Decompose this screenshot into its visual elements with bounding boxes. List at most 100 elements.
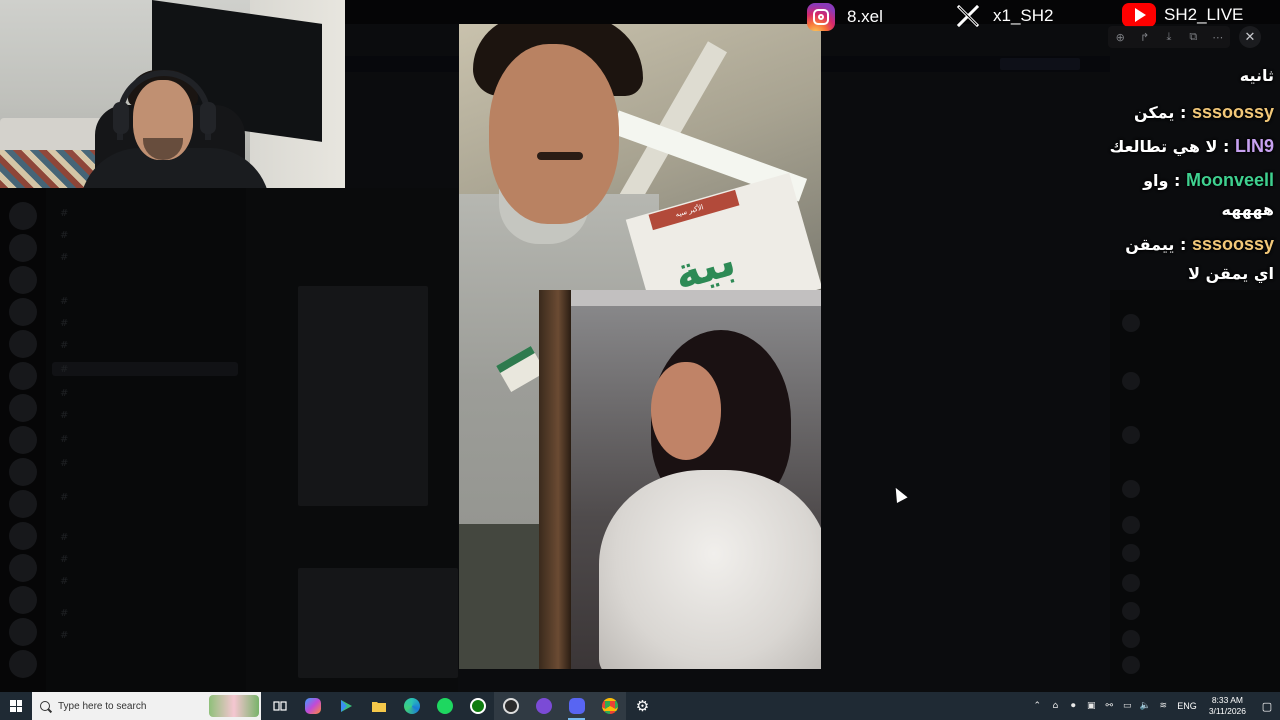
server-icon[interactable] <box>9 394 37 422</box>
member-item[interactable] <box>1122 574 1140 592</box>
member-item[interactable] <box>1122 426 1140 444</box>
member-item[interactable] <box>1122 602 1140 620</box>
image-viewer[interactable]: الأكبر سيه بية <box>459 24 821 669</box>
taskbar-app-edge[interactable] <box>395 692 428 720</box>
server-rail <box>0 188 46 692</box>
server-icon[interactable] <box>9 362 37 390</box>
server-icon[interactable] <box>9 586 37 614</box>
forward-icon[interactable]: ↱ <box>1136 31 1154 44</box>
clock[interactable]: 8:33 AM 3/11/2026 <box>1203 695 1252 717</box>
member-item[interactable] <box>1122 314 1140 332</box>
taskbar-app-play[interactable] <box>329 692 362 720</box>
instagram-username: 8.xel <box>847 7 883 26</box>
chat-username: Moonveell <box>1185 170 1274 190</box>
microphone-icon[interactable]: ⏺ <box>1065 701 1081 711</box>
member-item[interactable] <box>1122 480 1140 498</box>
close-button[interactable]: ✕ <box>1239 26 1261 48</box>
chat-message: LIN9 : لا هي تطالعك <box>1109 136 1274 156</box>
folder-icon <box>371 702 386 712</box>
channel-item[interactable]: # <box>60 606 68 620</box>
attachment-image[interactable] <box>298 286 428 506</box>
more-icon[interactable]: ⋯ <box>1209 31 1227 44</box>
taskbar-app-chrome[interactable] <box>593 692 626 720</box>
server-icon[interactable] <box>9 426 37 454</box>
server-icon[interactable] <box>9 618 37 646</box>
chrome-icon <box>601 698 618 714</box>
channel-item[interactable]: # <box>60 408 68 422</box>
member-item[interactable] <box>1122 516 1140 534</box>
member-item[interactable] <box>1122 372 1140 390</box>
server-icon[interactable] <box>9 522 37 550</box>
display-icon[interactable]: ▭ <box>1119 701 1135 711</box>
taskbar-app-explorer[interactable] <box>362 692 395 720</box>
channel-item[interactable]: # <box>60 294 68 308</box>
taskbar-app-xbox[interactable] <box>461 692 494 720</box>
channel-item[interactable]: # <box>60 386 68 400</box>
server-icon[interactable] <box>9 330 37 358</box>
headset-earcup <box>113 102 129 134</box>
clock-date: 3/11/2026 <box>1208 706 1246 716</box>
member-item[interactable] <box>1122 630 1140 648</box>
member-item[interactable] <box>1122 544 1140 562</box>
mustache <box>537 152 583 160</box>
task-view-icon <box>272 701 287 711</box>
taskbar-app-copilot[interactable] <box>296 692 329 720</box>
open-external-icon[interactable]: ⧉ <box>1184 30 1202 44</box>
language-indicator[interactable]: ENG <box>1173 701 1201 711</box>
chat-message-continued: اي يمقن لا <box>1188 264 1274 283</box>
taskbar-app-settings[interactable]: ⚙ <box>626 692 659 720</box>
channel-item[interactable]: # <box>60 250 68 264</box>
wifi-icon[interactable]: ≋ <box>1155 701 1171 711</box>
channel-item[interactable]: # <box>60 228 68 242</box>
channel-item[interactable]: # <box>60 490 68 504</box>
taskbar-search[interactable]: Type here to search <box>32 692 261 720</box>
headset-earcup <box>200 102 216 134</box>
channel-item-active[interactable]: # <box>52 362 238 376</box>
task-view-button[interactable] <box>263 692 296 720</box>
network-icon[interactable]: ⌂ <box>1047 701 1063 711</box>
taskbar-app-obs[interactable] <box>494 692 527 720</box>
channel-item[interactable]: # <box>60 574 68 588</box>
channel-item[interactable]: # <box>60 432 68 446</box>
gear-icon: ⚙ <box>635 697 650 715</box>
server-icon[interactable] <box>9 298 37 326</box>
spotify-icon <box>436 698 453 714</box>
chat-message: Moonveell : واو <box>1143 170 1274 190</box>
x-handle: x1_SH2 <box>955 3 1053 29</box>
xbox-icon <box>469 698 486 714</box>
server-icon[interactable] <box>9 266 37 294</box>
chat-username: sssoossy <box>1191 102 1274 122</box>
copilot-icon <box>304 698 321 714</box>
x-username: x1_SH2 <box>993 6 1054 25</box>
attachment-image[interactable] <box>298 568 458 678</box>
member-item[interactable] <box>1122 656 1140 674</box>
chat-text: ثانيه <box>1239 66 1274 85</box>
server-icon[interactable] <box>9 234 37 262</box>
server-icon[interactable] <box>9 458 37 486</box>
device-icon[interactable]: ▣ <box>1083 701 1099 711</box>
server-icon[interactable] <box>9 202 37 230</box>
channel-item[interactable]: # <box>60 552 68 566</box>
volume-icon[interactable]: 🔈 <box>1137 701 1153 711</box>
chevron-up-icon[interactable]: ⌃ <box>1029 701 1045 711</box>
channel-item[interactable]: # <box>60 456 68 470</box>
notification-button[interactable]: ▢ <box>1254 692 1280 720</box>
channel-item[interactable]: # <box>60 316 68 330</box>
download-icon[interactable]: ⤓ <box>1160 30 1178 44</box>
taskbar-app-discord[interactable] <box>560 692 593 720</box>
door-frame <box>571 290 821 306</box>
channel-item[interactable]: # <box>60 628 68 642</box>
taskbar-app-streaming[interactable] <box>527 692 560 720</box>
channel-item[interactable]: # <box>60 338 68 352</box>
channel-item[interactable]: # <box>60 206 68 220</box>
channel-item[interactable]: # <box>60 530 68 544</box>
server-icon[interactable] <box>9 490 37 518</box>
taskbar-app-spotify[interactable] <box>428 692 461 720</box>
notice-button[interactable] <box>1000 58 1080 70</box>
usb-icon[interactable]: ⚯ <box>1101 701 1117 711</box>
server-icon[interactable] <box>9 650 37 678</box>
chat-username: sssoossy <box>1191 234 1274 254</box>
zoom-in-icon[interactable]: ⊕ <box>1111 31 1129 44</box>
start-button[interactable] <box>0 692 32 720</box>
server-icon[interactable] <box>9 554 37 582</box>
